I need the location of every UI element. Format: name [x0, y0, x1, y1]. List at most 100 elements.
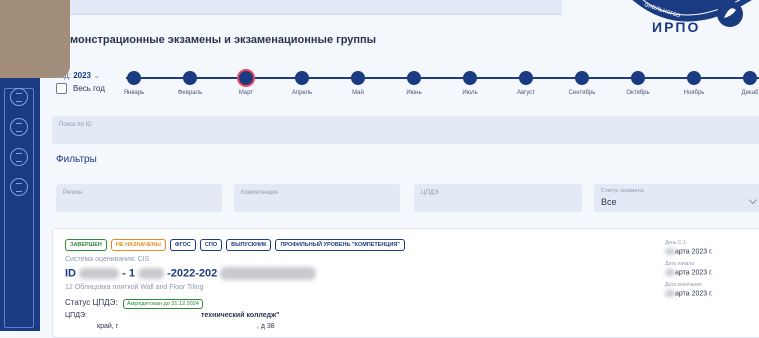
redacted-block [220, 267, 317, 280]
month-point[interactable]: Март [238, 70, 254, 96]
logo-text: ИРПО [652, 19, 700, 35]
month-point[interactable]: Ноябрь [684, 70, 704, 96]
redacted-block [665, 290, 675, 297]
filters-title: Фильтры [56, 154, 97, 165]
end-date-value: арта 2023 г. [665, 290, 713, 297]
month-dot[interactable] [519, 71, 533, 85]
top-bar [64, 0, 562, 15]
month-label: Февраль [177, 90, 203, 96]
timeline-line [126, 77, 759, 79]
month-point[interactable]: Сентябрь [569, 70, 595, 96]
all-year-checkbox[interactable]: Весь год [56, 83, 105, 94]
month-label: Март [238, 90, 254, 96]
status-select-value: Все [601, 197, 617, 207]
start-date-value: арта 2023 г. [665, 269, 713, 276]
month-label: Июнь [406, 90, 422, 96]
eval-system: Система оценивания: CIS [65, 256, 150, 263]
exam-id[interactable]: ID - 1 -2022-202 [65, 267, 317, 280]
region-select[interactable]: Регион [56, 184, 222, 212]
status-badge: ФГОС [169, 239, 196, 251]
month-label: Апрель [291, 90, 313, 96]
end-date-label: Дата окончания [665, 282, 702, 288]
competence-select[interactable]: Компетенция [234, 184, 400, 212]
month-point[interactable]: Январь [124, 70, 144, 96]
exam-id-mid1: - 1 [122, 267, 135, 280]
redacted-block [665, 248, 675, 255]
month-point[interactable]: Октябрь [626, 70, 650, 96]
document-icon[interactable] [10, 118, 28, 136]
badge-row: ЗАВЕРШЕН НЕ НАЗНАЧЕНЫ ФГОС СПО ВЫПУСКНИК ПРОФ… [65, 239, 405, 251]
month-dot[interactable] [295, 71, 309, 85]
month-dot[interactable] [239, 71, 253, 85]
exam-card[interactable]: ЗАВЕРШЕН НЕ НАЗНАЧЕНЫ ФГОС СПО ВЫПУСКНИК ПРОФ… [52, 228, 759, 338]
file-icon[interactable] [10, 148, 28, 166]
month-point[interactable]: Июнь [406, 70, 422, 96]
month-point[interactable]: Август [517, 70, 535, 96]
month-dot[interactable] [743, 71, 757, 85]
month-label: Май [352, 90, 364, 96]
status-badge: ЗАВЕРШЕН [65, 239, 107, 251]
month-dot[interactable] [463, 71, 477, 85]
end-date-text: арта 2023 г. [675, 290, 713, 298]
month-label: Сентябрь [568, 90, 596, 96]
month-dot[interactable] [631, 71, 645, 85]
redacted-block [79, 268, 120, 279]
month-dot[interactable] [127, 71, 141, 85]
status-badge: ВЫПУСКНИК [226, 239, 272, 251]
month-label: Июль [462, 90, 478, 96]
redacted-block [138, 268, 165, 279]
month-dot[interactable] [687, 71, 701, 85]
address-part1: край, г [97, 323, 119, 330]
status-select-label: Статус экзамена [601, 188, 644, 194]
month-point[interactable]: Февраль [178, 70, 202, 96]
month-point[interactable]: Апрель [292, 70, 312, 96]
month-label: Октябрь [626, 90, 650, 96]
month-dot[interactable] [407, 71, 421, 85]
exam-id-prefix: ID [65, 267, 76, 280]
status-badge: СПО [199, 239, 223, 251]
overlay-block [0, 0, 70, 78]
competence-placeholder: Компетенция [241, 190, 278, 196]
chevron-down-icon: ⌄ [93, 71, 100, 80]
month-label: Декаб [741, 90, 759, 96]
center-status-label: Статус ЦПДЭ: [65, 298, 118, 307]
month-label: Январь [123, 90, 145, 96]
month-dot[interactable] [575, 71, 589, 85]
center-select[interactable]: ЦПДЭ [414, 184, 582, 212]
month-point[interactable]: Декаб [742, 70, 758, 96]
center-placeholder: ЦПДЭ [421, 190, 439, 196]
accreditation-badge: Аккредитован до 31.12.2024 [122, 299, 203, 309]
status-badge: ПРОФИЛЬНЫЙ УРОВЕНЬ "КОМПЕТЕНЦИЯ" [275, 239, 405, 251]
day-c1-value: арта 2023 г. [665, 248, 713, 255]
search-input[interactable]: Поиск по ID [52, 116, 759, 144]
month-dot[interactable] [183, 71, 197, 85]
status-select[interactable]: Статус экзамена Все [594, 184, 759, 212]
checkbox-label: Весь год [73, 84, 105, 93]
redacted-block [665, 269, 675, 276]
center-value: технический колледж" [201, 312, 280, 319]
center-label: ЦПДЭ: [65, 312, 87, 319]
checkbox-box[interactable] [56, 83, 67, 94]
address-part2: , д 38 [257, 323, 275, 330]
start-date-label: Дата начала [665, 261, 694, 267]
month-label: Ноябрь [683, 90, 705, 96]
region-placeholder: Регион [63, 190, 83, 196]
month-dot[interactable] [351, 71, 365, 85]
list-icon[interactable] [10, 88, 28, 106]
day-c1-text: арта 2023 г. [675, 248, 713, 256]
status-badge: НЕ НАЗНАЧЕНЫ [110, 239, 166, 251]
month-point[interactable]: Май [350, 70, 366, 96]
day-c1-label: День С-1 [665, 240, 686, 246]
month-timeline: Январь Февраль Март Апрель Май Июнь Июль Август… [124, 70, 759, 106]
start-date-text: арта 2023 г. [675, 269, 713, 277]
exam-id-mid2: -2022-202 [167, 267, 218, 280]
year-value: 2023 [73, 71, 91, 80]
ipro-logo: ональногоо ИРПО [618, 0, 759, 52]
exam-skill: 12 Облицовка плиткой Wall and Floor Tili… [65, 284, 204, 291]
search-placeholder: Поиск по ID [59, 122, 92, 128]
month-label: Август [516, 90, 536, 96]
page-title: монстрационные экзамены и экзаменационны… [70, 34, 377, 46]
month-point[interactable]: Июль [462, 70, 478, 96]
center-status: Статус ЦПДЭ: Аккредитован до 31.12.2024 [65, 298, 203, 309]
user-icon[interactable] [10, 178, 28, 196]
